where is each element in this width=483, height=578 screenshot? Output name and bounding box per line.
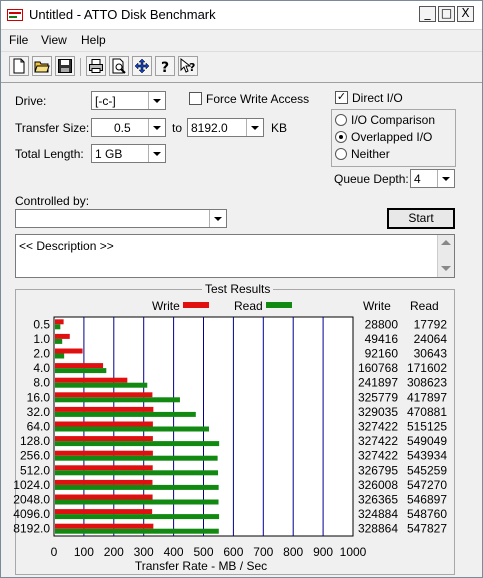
write-bar (55, 348, 83, 354)
x-axis-title: Transfer Rate - MB / Sec (135, 559, 267, 573)
write-value: 327422 (358, 420, 398, 434)
read-bar (55, 426, 210, 432)
read-bar (55, 411, 196, 417)
read-value: 547270 (407, 478, 447, 492)
write-bar (55, 319, 64, 325)
write-bar (55, 363, 104, 369)
write-value: 241897 (358, 376, 398, 390)
x-tick-label: 300 (134, 545, 154, 559)
legend-read-label: Read (234, 299, 263, 313)
read-bar (55, 441, 220, 447)
write-value: 49416 (365, 332, 399, 346)
write-bar (55, 377, 128, 383)
write-value: 326008 (358, 478, 398, 492)
y-tick-label: 2.0 (33, 347, 50, 361)
read-value: 17792 (414, 317, 448, 331)
x-tick-label: 200 (104, 545, 124, 559)
y-tick-label: 2048.0 (13, 493, 50, 507)
y-tick-label: 256.0 (20, 449, 50, 463)
write-value: 160768 (358, 361, 398, 375)
read-value: 308623 (407, 376, 447, 390)
read-value: 24064 (414, 332, 448, 346)
y-tick-label: 0.5 (33, 317, 50, 331)
y-tick-label: 8.0 (33, 376, 50, 390)
y-tick-label: 1.0 (33, 332, 50, 346)
write-bar (55, 436, 153, 442)
read-column-header: Read (410, 299, 439, 313)
write-bar (55, 392, 153, 398)
write-bar (55, 509, 153, 515)
write-bar (55, 406, 154, 412)
write-value: 324884 (358, 507, 398, 521)
read-bar (55, 528, 219, 534)
read-bar (55, 397, 180, 403)
write-value: 326795 (358, 463, 398, 477)
read-bar (55, 514, 220, 520)
y-tick-label: 4.0 (33, 361, 50, 375)
write-value: 327422 (358, 449, 398, 463)
read-value: 543934 (407, 449, 447, 463)
x-tick-label: 700 (253, 545, 273, 559)
x-tick-label: 500 (193, 545, 213, 559)
write-bar (55, 333, 70, 339)
x-tick-label: 0 (51, 545, 58, 559)
read-value: 417897 (407, 390, 447, 404)
write-bar (55, 450, 153, 456)
read-bar (55, 484, 219, 490)
x-tick-label: 900 (313, 545, 333, 559)
read-bar (55, 470, 219, 476)
read-bar (55, 455, 218, 461)
write-bar (55, 479, 153, 485)
read-bar (55, 338, 63, 344)
read-value: 548760 (407, 507, 447, 521)
read-bar (55, 353, 65, 359)
write-bar (55, 465, 153, 471)
x-tick-label: 100 (74, 545, 94, 559)
write-bar (55, 494, 153, 500)
read-value: 546897 (407, 493, 447, 507)
write-column-header: Write (363, 299, 391, 313)
legend-write-label: Write (152, 299, 180, 313)
read-value: 515125 (407, 420, 447, 434)
y-tick-label: 512.0 (20, 463, 50, 477)
y-tick-label: 4096.0 (13, 507, 50, 521)
read-value: 470881 (407, 405, 447, 419)
write-value: 327422 (358, 434, 398, 448)
read-value: 171602 (407, 361, 447, 375)
x-tick-label: 400 (164, 545, 184, 559)
y-tick-label: 128.0 (20, 434, 50, 448)
y-tick-label: 16.0 (27, 390, 51, 404)
y-tick-label: 1024.0 (13, 478, 50, 492)
y-tick-label: 32.0 (27, 405, 51, 419)
read-bar (55, 368, 107, 374)
read-value: 30643 (414, 347, 448, 361)
write-bar (55, 421, 153, 427)
write-value: 28800 (365, 317, 399, 331)
legend-read-swatch (266, 302, 292, 308)
x-tick-label: 600 (223, 545, 243, 559)
write-value: 328864 (358, 522, 398, 536)
read-bar (55, 324, 61, 330)
results-chart: Write Read Write Read Transfer Rate - MB… (13, 299, 448, 573)
x-tick-label: 1000 (340, 545, 367, 559)
y-tick-label: 64.0 (27, 420, 51, 434)
write-value: 325779 (358, 390, 398, 404)
write-value: 329035 (358, 405, 398, 419)
y-tick-label: 8192.0 (13, 522, 50, 536)
read-value: 549049 (407, 434, 447, 448)
write-value: 92160 (365, 347, 399, 361)
app-window: Untitled - ATTO Disk Benchmark _ □ X Fil… (0, 0, 483, 578)
read-bar (55, 499, 219, 505)
legend-write-swatch (183, 302, 209, 308)
read-value: 545259 (407, 463, 447, 477)
read-bar (55, 382, 148, 388)
x-tick-label: 800 (283, 545, 303, 559)
write-bar (55, 523, 154, 529)
read-value: 547827 (407, 522, 447, 536)
write-value: 326365 (358, 493, 398, 507)
